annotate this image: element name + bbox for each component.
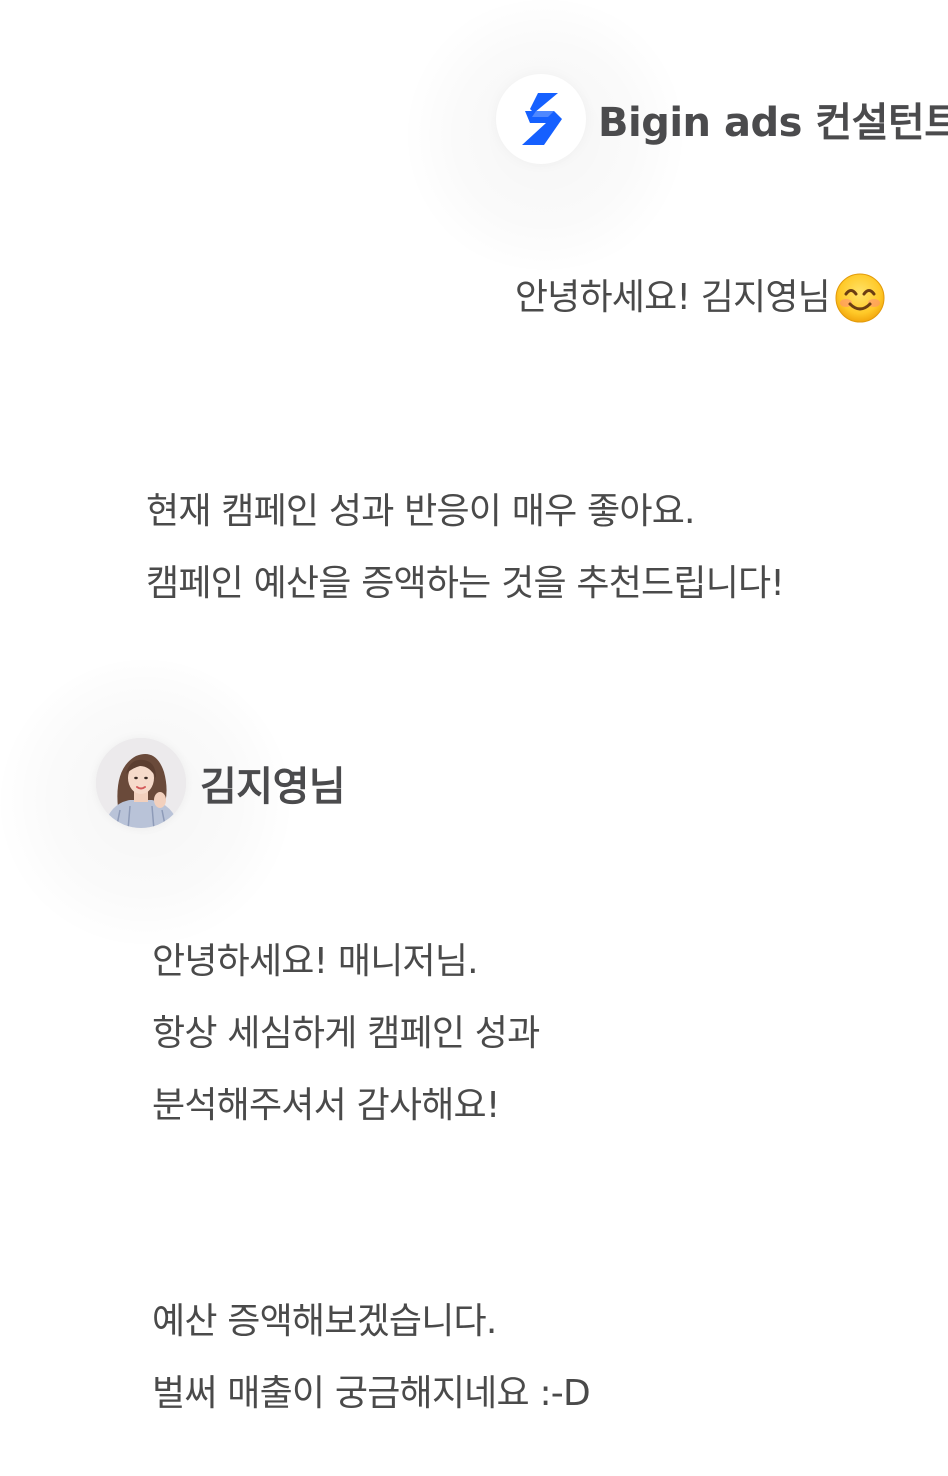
message-line: 항상 세심하게 캠페인 성과 [152, 1013, 540, 1054]
message-line: 안녕하세요! 매니저님. [152, 941, 479, 982]
profile-photo-avatar-icon [96, 738, 186, 828]
message-text: 안녕하세요! 김지영님 [514, 277, 831, 318]
message-line: 캠페인 예산을 증액하는 것을 추천드립니다! [146, 563, 785, 604]
bigin-lightning-logo-icon [522, 93, 562, 145]
smiling-face-emoji-icon [835, 273, 885, 323]
consultant-greeting-message: 안녕하세요! 김지영님 [515, 262, 886, 334]
consultant-header: Bigin ads 컨설턴트 [496, 74, 948, 164]
client-header: 김지영님 [96, 738, 346, 828]
client-avatar [96, 738, 186, 828]
message-line: 현재 캠페인 성과 반응이 매우 좋아요. [146, 491, 695, 532]
client-thanks-message: 안녕하세요! 매니저님. 항상 세심하게 캠페인 성과 분석해주셔서 감사해요! [152, 926, 540, 1142]
client-name: 김지영님 [200, 764, 346, 810]
message-line: 벌써 매출이 궁금해지네요 :-D [152, 1373, 591, 1414]
client-budget-increase-message: 예산 증액해보겠습니다. 벌써 매출이 궁금해지네요 :-D [152, 1286, 591, 1430]
consultant-name: Bigin ads 컨설턴트 [598, 100, 948, 146]
message-line: 예산 증액해보겠습니다. [152, 1301, 497, 1342]
consultant-avatar [496, 74, 586, 164]
consultant-recommendation-message: 현재 캠페인 성과 반응이 매우 좋아요. 캠페인 예산을 증액하는 것을 추천… [146, 476, 785, 620]
message-line: 분석해주셔서 감사해요! [152, 1085, 500, 1126]
